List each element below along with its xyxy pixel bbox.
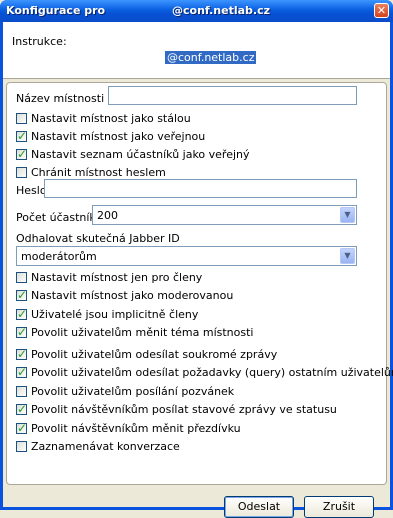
checkbox-label: Nastavit místnost jen pro členy — [31, 270, 203, 284]
room-name-label: Název místnosti — [16, 92, 105, 105]
password-label: Heslo — [16, 184, 47, 197]
checkbox-checked[interactable] — [16, 402, 27, 416]
checkbox-row[interactable]: Nastavit místnost jako stálou — [16, 110, 191, 126]
jid-value: moderátorům — [21, 249, 97, 263]
checkbox-unchecked[interactable] — [16, 440, 27, 452]
chevron-down-icon[interactable]: ▼ — [340, 207, 355, 223]
send-button[interactable]: Odeslat — [224, 496, 294, 518]
checkbox-label: Povolit uživatelům posílání pozvánek — [31, 384, 235, 398]
checkbox-checked[interactable] — [16, 347, 27, 361]
participants-value: 200 — [97, 208, 118, 222]
participants-label: Počet účastníků — [16, 211, 103, 224]
checkbox-checked[interactable] — [16, 365, 27, 379]
checkbox-label: Nastavit místnost jako moderovanou — [31, 288, 234, 302]
checkbox-row[interactable]: Povolit návštěvníkům měnit přezdívku — [16, 420, 241, 436]
checkbox-checked[interactable] — [16, 307, 27, 321]
checkbox-row[interactable]: Povolit uživatelům odesílat soukromé zpr… — [16, 346, 277, 362]
checkbox-row[interactable]: Nastavit místnost jako veřejnou — [16, 128, 205, 144]
checkbox-label: Povolit uživatelům měnit téma místnosti — [31, 325, 254, 339]
checkbox-label: Nastavit seznam účastníků jako veřejný — [31, 147, 250, 161]
checkbox-row[interactable]: Zaznamenávat konverzace — [16, 438, 180, 454]
instructions-panel: Instrukce: @conf.netlab.cz — [3, 22, 390, 79]
close-button[interactable]: ✕ — [374, 3, 389, 18]
checkbox-label: Povolit uživatelům odesílat soukromé zpr… — [31, 347, 278, 361]
checkbox-unchecked[interactable] — [16, 271, 27, 283]
cancel-button[interactable]: Zrušit — [304, 496, 374, 518]
checkbox-label: Povolit návštěvníkům posílat stavové zpr… — [31, 402, 337, 416]
chevron-down-icon[interactable]: ▼ — [340, 248, 355, 264]
checkbox-checked[interactable] — [16, 147, 27, 161]
title-bar[interactable]: Konfigurace pro @conf.netlab.cz ✕ — [0, 0, 393, 22]
password-input[interactable] — [44, 179, 357, 198]
instructions-label: Instrukce: — [12, 35, 67, 48]
window-title: Konfigurace pro — [6, 4, 106, 17]
checkbox-row[interactable]: Nastavit seznam účastníků jako veřejný — [16, 146, 250, 162]
settings-group: Název místnosti Nastavit místnost jako s… — [6, 82, 393, 485]
jid-select[interactable]: moderátorům ▼ — [16, 246, 357, 266]
checkbox-row[interactable]: Chránit místnost heslem — [16, 164, 166, 180]
checkbox-label: Chránit místnost heslem — [31, 165, 166, 179]
config-window: Konfigurace pro @conf.netlab.cz ✕ Instru… — [0, 0, 393, 518]
checkbox-unchecked[interactable] — [16, 385, 27, 397]
checkbox-label: Nastavit místnost jako stálou — [31, 111, 191, 125]
checkbox-label: Zaznamenávat konverzace — [31, 439, 180, 453]
checkbox-row[interactable]: Povolit návštěvníkům posílat stavové zpr… — [16, 401, 337, 417]
room-name-input[interactable] — [108, 86, 357, 105]
checkbox-checked[interactable] — [16, 421, 27, 435]
close-icon: ✕ — [376, 4, 387, 17]
jid-label: Odhalovat skutečná Jabber ID — [16, 232, 180, 245]
checkbox-row[interactable]: Povolit uživatelům odesílat požadavky (q… — [16, 364, 393, 380]
checkbox-checked[interactable] — [16, 325, 27, 339]
checkbox-checked[interactable] — [16, 288, 27, 302]
checkbox-row[interactable]: Uživatelé jsou implicitně členy — [16, 306, 198, 322]
checkbox-row[interactable]: Nastavit místnost jako moderovanou — [16, 287, 233, 303]
client-area: Instrukce: @conf.netlab.cz Název místnos… — [3, 22, 393, 518]
checkbox-unchecked[interactable] — [16, 166, 27, 178]
window-room: @conf.netlab.cz — [172, 4, 270, 17]
participants-select[interactable]: 200 ▼ — [92, 205, 357, 225]
instructions-link[interactable]: @conf.netlab.cz — [165, 51, 257, 64]
checkbox-label: Povolit uživatelům odesílat požadavky (q… — [31, 365, 393, 379]
checkbox-row[interactable]: Povolit uživatelům posílání pozvánek — [16, 383, 234, 399]
checkbox-label: Nastavit místnost jako veřejnou — [31, 129, 206, 143]
checkbox-label: Povolit návštěvníkům měnit přezdívku — [31, 421, 241, 435]
checkbox-checked[interactable] — [16, 129, 27, 143]
checkbox-unchecked[interactable] — [16, 112, 27, 124]
checkbox-label: Uživatelé jsou implicitně členy — [31, 307, 199, 321]
checkbox-row[interactable]: Povolit uživatelům měnit téma místnosti — [16, 324, 253, 340]
checkbox-row[interactable]: Nastavit místnost jen pro členy — [16, 269, 202, 285]
